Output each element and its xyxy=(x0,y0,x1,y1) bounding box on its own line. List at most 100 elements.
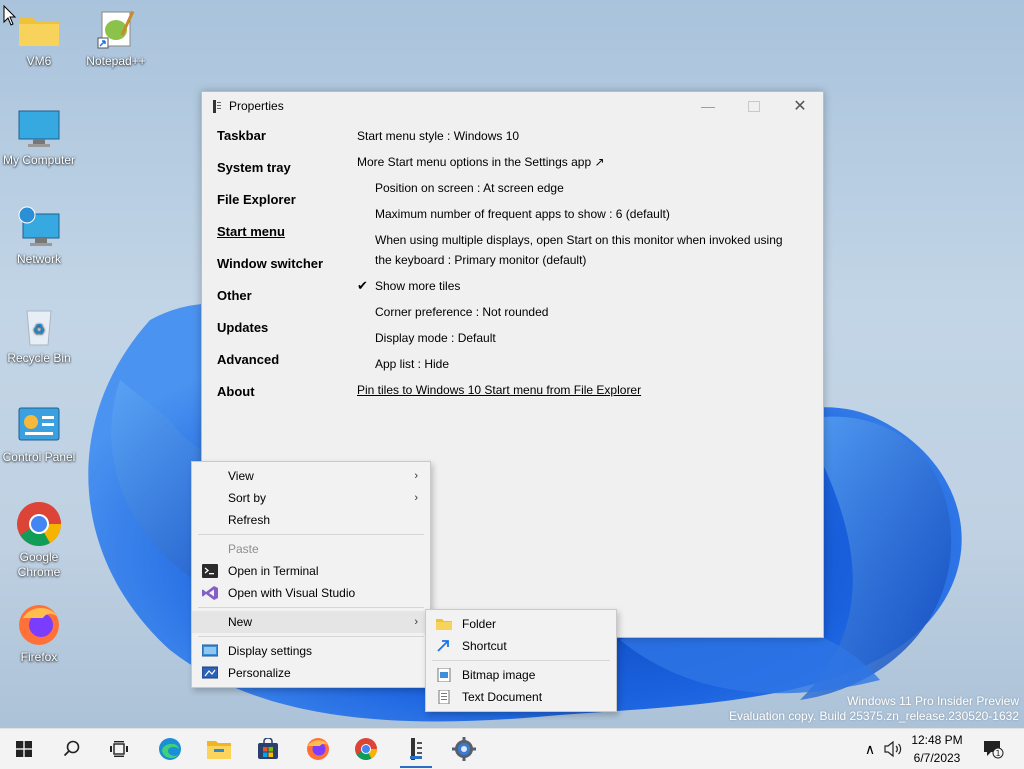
menu-item-label: Bitmap image xyxy=(462,668,536,682)
start-button[interactable] xyxy=(4,729,44,769)
checkmark-icon: ✔ xyxy=(357,278,368,293)
volume-button[interactable] xyxy=(882,729,904,769)
setting-app-list[interactable]: App list : Hide xyxy=(357,354,797,380)
chevron-up-icon: ∧ xyxy=(864,740,876,757)
menu-item-label: Display settings xyxy=(228,644,313,658)
desktop-icon-notepadpp[interactable]: Notepad++ xyxy=(78,8,154,69)
visual-studio-icon xyxy=(202,586,218,600)
menu-item-label: Text Document xyxy=(462,690,543,704)
taskbar-settings[interactable] xyxy=(444,729,484,769)
firefox-icon xyxy=(15,600,63,648)
nav-file-explorer[interactable]: File Explorer xyxy=(217,192,323,224)
search-button[interactable] xyxy=(52,729,92,769)
text-document-icon xyxy=(438,690,450,704)
setting-more-options-link[interactable]: More Start menu options in the Settings … xyxy=(357,152,797,178)
taskbar: ∧ 12:48 PM 6/7/2023 1 xyxy=(0,728,1024,769)
setting-position[interactable]: Position on screen : At screen edge xyxy=(357,178,797,204)
notification-icon: 1 xyxy=(984,741,1004,759)
chrome-icon xyxy=(15,500,63,548)
submenu-item-shortcut[interactable]: Shortcut xyxy=(426,635,616,657)
desktop-icon-label: My Computer xyxy=(2,153,76,167)
mouse-cursor-icon xyxy=(3,5,17,26)
new-submenu: Folder Shortcut Bitmap image Text Docume… xyxy=(425,609,617,712)
menu-item-open-visual-studio[interactable]: Open with Visual Studio xyxy=(192,582,430,604)
close-icon: ✕ xyxy=(793,98,807,115)
explorer-patcher-icon xyxy=(410,738,422,760)
desktop-icon-label: VM6 xyxy=(26,54,52,68)
nav-window-switcher[interactable]: Window switcher xyxy=(217,256,323,288)
submenu-item-bitmap[interactable]: Bitmap image xyxy=(426,664,616,686)
setting-max-frequent[interactable]: Maximum number of frequent apps to show … xyxy=(357,204,797,230)
menu-item-label: View xyxy=(228,469,254,483)
submenu-item-text-document[interactable]: Text Document xyxy=(426,686,616,708)
app-icon xyxy=(213,99,221,113)
menu-item-label: Folder xyxy=(462,617,497,631)
submenu-item-folder[interactable]: Folder xyxy=(426,613,616,635)
taskbar-store[interactable] xyxy=(248,729,288,769)
monitor-icon xyxy=(15,107,63,151)
nav-about[interactable]: About xyxy=(217,384,323,416)
nav-updates[interactable]: Updates xyxy=(217,320,323,352)
menu-item-personalize[interactable]: Personalize xyxy=(192,662,430,684)
search-icon xyxy=(63,740,80,757)
desktop-icon-firefox[interactable]: Firefox xyxy=(1,600,77,665)
edge-icon xyxy=(159,738,181,760)
notification-center-button[interactable]: 1 xyxy=(980,729,1006,769)
chevron-right-icon: › xyxy=(414,616,418,628)
windows-logo-icon xyxy=(16,741,32,757)
minimize-icon: — xyxy=(701,98,715,114)
setting-show-more-tiles[interactable]: ✔ Show more tiles xyxy=(357,276,797,302)
pin-tiles-link[interactable]: Pin tiles to Windows 10 Start menu from … xyxy=(357,380,797,406)
desktop-icon-label: Google Chrome xyxy=(17,550,61,579)
setting-multi-display[interactable]: When using multiple displays, open Start… xyxy=(357,230,797,276)
taskbar-chrome[interactable] xyxy=(346,729,386,769)
desktop-icon-recycle-bin[interactable]: ♻ Recycle Bin xyxy=(1,305,77,366)
desktop-icon-my-computer[interactable]: My Computer xyxy=(1,107,77,168)
maximize-button[interactable] xyxy=(731,92,777,120)
personalize-icon xyxy=(202,666,218,679)
show-hidden-icons-button[interactable]: ∧ xyxy=(859,729,881,769)
menu-item-label: Open in Terminal xyxy=(228,564,319,578)
setting-start-menu-style[interactable]: Start menu style : Windows 10 xyxy=(357,126,797,152)
nav-system-tray[interactable]: System tray xyxy=(217,160,323,192)
menu-item-label: Open with Visual Studio xyxy=(228,586,356,600)
window-title: Properties xyxy=(229,99,284,113)
nav-other[interactable]: Other xyxy=(217,288,323,320)
menu-item-open-terminal[interactable]: Open in Terminal xyxy=(192,560,430,582)
chevron-right-icon: › xyxy=(414,492,418,504)
setting-show-more-tiles-label: Show more tiles xyxy=(375,279,461,293)
nav-taskbar[interactable]: Taskbar xyxy=(217,128,323,160)
menu-item-label: Sort by xyxy=(228,491,267,505)
watermark-line1: Windows 11 Pro Insider Preview xyxy=(847,694,1019,708)
taskbar-clock[interactable]: 12:48 PM 6/7/2023 xyxy=(902,731,972,767)
close-button[interactable]: ✕ xyxy=(777,92,823,120)
desktop-icon-network[interactable]: Network xyxy=(1,206,77,267)
display-settings-icon xyxy=(202,644,218,657)
taskbar-edge[interactable] xyxy=(150,729,190,769)
clock-time: 12:48 PM xyxy=(911,733,963,747)
taskbar-explorer-patcher[interactable] xyxy=(396,729,436,769)
menu-item-refresh[interactable]: Refresh xyxy=(192,509,430,531)
notepad-plus-plus-icon xyxy=(92,8,140,52)
maximize-icon xyxy=(748,100,760,112)
menu-item-sort-by[interactable]: Sort by › xyxy=(192,487,430,509)
desktop-icon-control-panel[interactable]: Control Panel xyxy=(1,404,77,465)
minimize-button[interactable]: — xyxy=(685,92,731,120)
task-view-button[interactable] xyxy=(99,729,139,769)
notification-count: 1 xyxy=(995,749,1000,758)
taskbar-file-explorer[interactable] xyxy=(199,729,239,769)
nav-advanced[interactable]: Advanced xyxy=(217,352,323,384)
menu-item-view[interactable]: View › xyxy=(192,465,430,487)
menu-item-label: Paste xyxy=(228,542,259,556)
settings-nav: Taskbar System tray File Explorer Start … xyxy=(217,128,323,416)
volume-icon xyxy=(884,741,902,757)
nav-start-menu[interactable]: Start menu xyxy=(217,224,323,256)
menu-item-new[interactable]: New › xyxy=(192,611,430,633)
setting-display-mode[interactable]: Display mode : Default xyxy=(357,328,797,354)
desktop-icon-google-chrome[interactable]: Google Chrome xyxy=(1,500,77,580)
menu-item-display-settings[interactable]: Display settings xyxy=(192,640,430,662)
setting-corner-preference[interactable]: Corner preference : Not rounded xyxy=(357,302,797,328)
settings-content: Start menu style : Windows 10 More Start… xyxy=(357,126,797,406)
taskbar-firefox[interactable] xyxy=(298,729,338,769)
desktop-icon-label: Firefox xyxy=(20,650,58,664)
